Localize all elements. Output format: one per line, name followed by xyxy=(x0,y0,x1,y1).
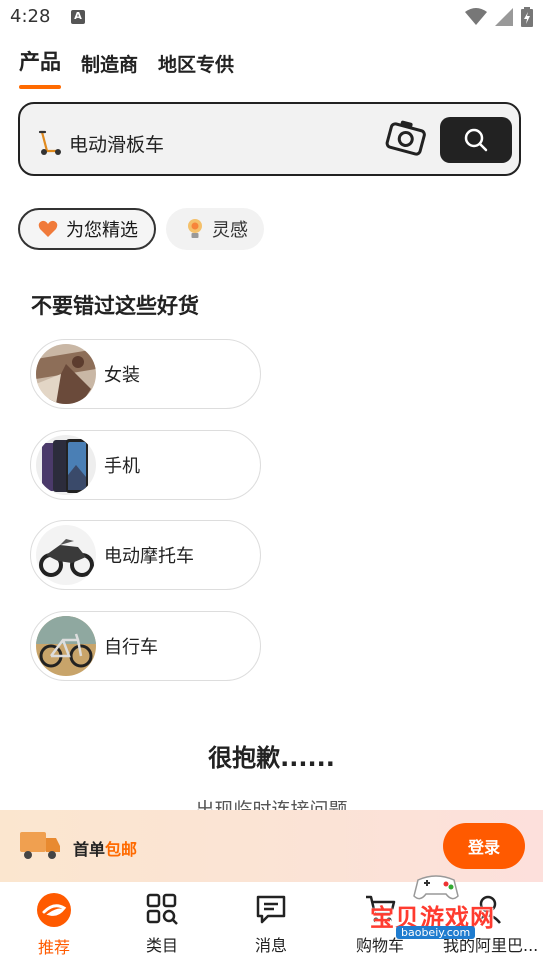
watermark-url: baobeiy.com xyxy=(396,926,476,939)
tab-products[interactable]: 产品 xyxy=(19,46,61,89)
category-label: 手机 xyxy=(104,456,140,477)
grid-search-icon xyxy=(146,893,178,925)
nav-categories[interactable]: 类目 xyxy=(117,892,207,956)
search-input[interactable]: 电动滑板车 xyxy=(69,130,164,157)
category-pill-electric-motorcycle[interactable]: 电动摩托车 xyxy=(30,520,261,590)
chip-inspiration[interactable]: 灵感 xyxy=(166,208,264,250)
category-label: 电动摩托车 xyxy=(104,546,194,567)
camera-icon[interactable] xyxy=(384,118,428,162)
category-thumb xyxy=(36,525,96,585)
alibaba-logo-icon xyxy=(37,893,71,927)
nav-messages[interactable]: 消息 xyxy=(226,892,316,956)
watermark: 宝贝游戏网 baobeiy.com xyxy=(362,872,512,952)
top-tabs: 产品 制造商 地区专供 xyxy=(19,46,234,89)
promo-text: 首单包邮 xyxy=(73,836,137,860)
notification-a-icon: A xyxy=(71,10,85,24)
error-subtitle: 出现临时连接问题 xyxy=(195,799,348,811)
nav-recommend[interactable]: 推荐 xyxy=(9,892,99,958)
search-bar[interactable]: 电动滑板车 xyxy=(18,102,521,176)
status-bar: 4:28 A xyxy=(0,0,543,38)
search-button[interactable] xyxy=(440,117,512,163)
message-icon xyxy=(256,895,286,924)
category-pill-bicycle[interactable]: 自行车 xyxy=(30,611,261,681)
status-icons xyxy=(465,7,533,27)
nav-label: 消息 xyxy=(254,936,287,955)
category-label: 自行车 xyxy=(104,637,158,658)
signal-icon xyxy=(495,8,513,26)
category-thumb xyxy=(36,435,96,495)
promo-text-highlight: 包邮 xyxy=(105,840,138,859)
nav-label: 类目 xyxy=(145,936,178,955)
wifi-icon xyxy=(465,8,487,25)
category-thumb xyxy=(36,616,96,676)
filter-chips: 为您精选 灵感 xyxy=(18,208,264,250)
search-icon xyxy=(464,128,488,152)
category-thumb xyxy=(36,344,96,404)
category-pill-womens-clothing[interactable]: 女装 xyxy=(30,339,261,409)
tab-regional[interactable]: 地区专供 xyxy=(158,50,234,77)
category-pill-phones[interactable]: 手机 xyxy=(30,430,261,500)
scooter-icon xyxy=(38,130,62,160)
lightbulb-icon xyxy=(186,217,204,241)
heart-icon xyxy=(38,220,58,238)
login-button[interactable]: 登录 xyxy=(443,823,525,869)
chip-label: 为您精选 xyxy=(66,220,138,241)
error-title: 很抱歉...... xyxy=(208,744,335,772)
battery-icon xyxy=(521,7,533,27)
status-time: 4:28 xyxy=(10,6,51,27)
category-label: 女装 xyxy=(104,365,140,386)
chip-label: 灵感 xyxy=(212,220,248,241)
tab-manufacturers[interactable]: 制造商 xyxy=(81,50,138,77)
section-title: 不要错过这些好货 xyxy=(31,294,199,318)
chip-for-you[interactable]: 为您精选 xyxy=(18,208,156,250)
nav-label: 推荐 xyxy=(37,938,70,957)
promo-text-prefix: 首单 xyxy=(73,840,106,859)
delivery-truck-icon xyxy=(18,828,62,866)
